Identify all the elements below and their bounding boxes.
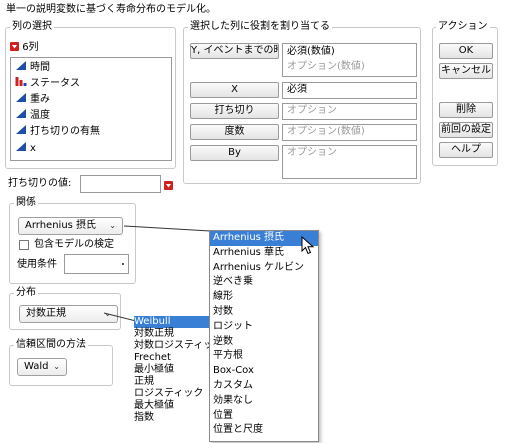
chevron-down-icon: ⌄	[53, 362, 60, 371]
list-item[interactable]: 重み	[15, 92, 50, 107]
remove-button[interactable]: 削除	[439, 102, 493, 118]
relationship-option[interactable]: カスタム	[210, 379, 318, 394]
relationship-connector-line	[123, 225, 211, 232]
relationship-option[interactable]: 逆べき乗	[210, 275, 318, 290]
use-condition-label: 使用条件	[17, 259, 57, 270]
relationship-option[interactable]: 位置	[210, 409, 318, 424]
distribution-option[interactable]: ロジスティック	[134, 388, 203, 400]
relationship-option[interactable]: 平方根	[210, 349, 318, 364]
distribution-option[interactable]: Frechet	[134, 352, 171, 364]
distribution-option[interactable]: 対数正規	[134, 328, 174, 340]
y-optional-text: オプション(数値)	[287, 61, 365, 72]
x-role-field[interactable]: 必須	[282, 82, 417, 99]
relationship-option[interactable]: Box-Cox	[210, 364, 318, 379]
red-triangle-icon[interactable]	[164, 181, 173, 190]
by-role-field[interactable]: オプション	[282, 145, 417, 179]
column-count-dropdown[interactable]: 6列	[10, 42, 39, 54]
relationship-option[interactable]: Arrhenius ケルビン	[210, 261, 318, 276]
help-button[interactable]: ヘルプ	[439, 142, 493, 158]
freq-role-button[interactable]: 度数	[190, 124, 279, 140]
censor-code-input[interactable]	[80, 175, 161, 193]
cancel-button[interactable]: キャンセル	[439, 63, 493, 79]
ok-button[interactable]: OK	[439, 43, 493, 59]
recall-button[interactable]: 前回の設定	[439, 122, 493, 138]
continuous-icon	[16, 125, 26, 134]
distribution-option[interactable]: 最小極値	[134, 364, 174, 376]
distribution-option[interactable]: 最大極値	[134, 400, 174, 412]
continuous-icon	[16, 109, 26, 118]
relationship-option[interactable]: 効果なし	[210, 394, 318, 409]
column-selection-title: 列の選択	[10, 21, 54, 33]
confidence-title: 信頼区間の方法	[14, 339, 88, 351]
roles-title: 選択した列に役割を割り当てる	[188, 21, 332, 33]
chevron-down-icon: ⌄	[109, 221, 116, 230]
continuous-icon	[16, 61, 26, 70]
continuous-icon	[16, 142, 26, 151]
actions-title: アクション	[436, 21, 490, 33]
continuous-icon	[16, 93, 26, 102]
list-item[interactable]: 時間	[15, 60, 50, 75]
distribution-dropdown[interactable]: 対数正規 ⌄	[19, 305, 118, 323]
distribution-option[interactable]: Weibull	[134, 316, 212, 328]
y-role-button[interactable]: Y, イベントまでの時間	[190, 43, 279, 59]
list-item[interactable]: 打ち切りの有無	[15, 124, 100, 139]
by-role-button[interactable]: By	[190, 145, 279, 161]
distribution-option[interactable]: 指数	[134, 412, 154, 424]
chevron-down-icon: ⌄	[104, 309, 111, 318]
use-condition-input[interactable]	[64, 254, 129, 274]
list-item[interactable]: 温度	[15, 108, 50, 123]
relationship-option[interactable]: 対数	[210, 305, 318, 320]
y-required-text: 必須(数値)	[287, 46, 335, 57]
censor-role-field[interactable]: オプション	[282, 103, 417, 120]
mouse-cursor-icon	[301, 236, 315, 255]
censor-role-button[interactable]: 打ち切り	[190, 103, 279, 119]
distribution-title: 分布	[14, 287, 38, 299]
relationship-option[interactable]: ロジット	[210, 320, 318, 335]
confidence-dropdown[interactable]: Wald ⌄	[17, 358, 67, 376]
distribution-option[interactable]: 正規	[134, 376, 154, 388]
relationship-option[interactable]: 線形	[210, 290, 318, 305]
relationship-title: 関係	[14, 197, 38, 209]
dot-indicator	[122, 263, 124, 265]
freq-role-field[interactable]: オプション(数値)	[282, 124, 417, 141]
nominal-icon	[15, 77, 27, 86]
relationship-dropdown[interactable]: Arrhenius 摂氏 ⌄	[18, 217, 123, 235]
relationship-popup[interactable]: Arrhenius 摂氏 Arrhenius 華氏 Arrhenius ケルビン…	[209, 230, 319, 442]
relationship-option[interactable]: 逆数	[210, 335, 318, 350]
column-list[interactable]: 時間 ステータス 重み 温度 打ち切りの有無 x	[10, 57, 172, 161]
list-item[interactable]: ステータス	[15, 76, 80, 91]
y-role-field[interactable]: 必須(数値) オプション(数値)	[282, 43, 417, 77]
x-role-button[interactable]: X	[190, 82, 279, 98]
column-count-label: 6列	[22, 42, 39, 53]
relationship-option[interactable]: 位置と尺度	[210, 423, 318, 438]
window-title: 単一の説明変数に基づく寿命分布のモデル化。	[6, 4, 216, 15]
list-item[interactable]: x	[15, 141, 36, 156]
nested-test-checkbox[interactable]	[19, 240, 29, 250]
nested-test-label: 包含モデルの検定	[34, 239, 114, 250]
censor-code-label: 打ち切りの値:	[8, 178, 72, 189]
red-triangle-icon[interactable]	[10, 42, 19, 51]
